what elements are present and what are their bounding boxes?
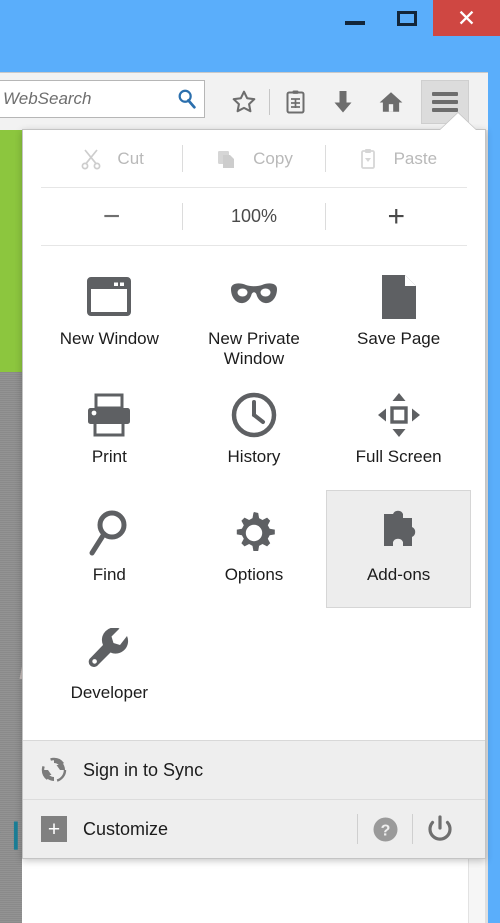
copy-button[interactable]: Copy: [183, 147, 324, 171]
window-controls: ✕: [329, 0, 500, 36]
menu-item-label: History: [227, 447, 281, 466]
mask-icon: [227, 269, 281, 325]
close-icon: ✕: [456, 4, 477, 31]
home-icon: [379, 92, 403, 112]
gear-icon: [230, 505, 278, 561]
menu-item-label: Full Screen: [355, 447, 442, 466]
minimize-button[interactable]: [329, 0, 381, 36]
page-icon: [379, 269, 419, 325]
menu-item-label: Print: [91, 447, 127, 466]
footer-icon-buttons: ?: [357, 814, 467, 844]
browser-menu-panel: Cut Copy Paste − 100% + New Window New P…: [22, 129, 486, 859]
exit-button[interactable]: [413, 815, 467, 843]
magnifier-icon: [86, 505, 132, 561]
menu-items-grid: New Window New Private Window Save Page: [23, 246, 485, 740]
footer-bottom-row: + Customize ?: [23, 800, 485, 858]
zoom-out-button[interactable]: −: [41, 201, 182, 232]
minimize-icon: [345, 21, 365, 25]
copy-icon: [218, 150, 235, 168]
customize-label: Customize: [83, 818, 169, 839]
menu-item-label: Options: [224, 565, 284, 584]
menu-item-add-ons[interactable]: Add-ons: [326, 490, 471, 608]
copy-label: Copy: [253, 148, 293, 168]
menu-item-history[interactable]: History: [182, 372, 327, 490]
svg-text:?: ?: [380, 822, 390, 839]
menu-item-find[interactable]: Find: [37, 490, 182, 608]
toolbar-separator: [269, 89, 270, 115]
customize-button[interactable]: + Customize: [41, 816, 168, 842]
window-titlebar: ✕: [0, 0, 500, 72]
library-icon: [286, 90, 304, 114]
menu-item-new-private-window[interactable]: New Private Window: [182, 254, 327, 372]
download-icon: [334, 91, 352, 113]
page-green-sidebar: [0, 134, 22, 372]
menu-item-label: Add-ons: [366, 565, 431, 584]
clipboard-icon: [360, 148, 375, 169]
cut-button[interactable]: Cut: [41, 147, 182, 171]
paste-button[interactable]: Paste: [326, 147, 467, 171]
zoom-controls-row: − 100% +: [23, 188, 485, 245]
bookmark-star-icon: [232, 90, 256, 113]
sync-label: Sign in to Sync: [83, 759, 204, 780]
menu-item-label: Developer: [70, 683, 149, 702]
fullscreen-arrows-icon: [377, 387, 421, 443]
maximize-icon: [397, 10, 417, 26]
plus-box-icon: +: [41, 816, 67, 842]
menu-item-save-page[interactable]: Save Page: [326, 254, 471, 372]
help-question-icon: ?: [373, 817, 397, 841]
browser-navigation-toolbar: WebSearch: [0, 72, 488, 130]
clock-icon: [230, 387, 278, 443]
menu-item-label: New Window: [59, 329, 159, 348]
menu-item-new-window[interactable]: New Window: [37, 254, 182, 372]
maximize-button[interactable]: [381, 0, 433, 36]
page-heading-fragment: O |: [0, 817, 22, 850]
power-icon: [428, 815, 452, 841]
puzzle-piece-icon: [375, 505, 423, 561]
menu-item-full-screen[interactable]: Full Screen: [326, 372, 471, 490]
menu-item-label: Find: [92, 565, 126, 584]
wrench-icon: [86, 623, 132, 679]
menu-item-label: New Private Window: [208, 329, 300, 368]
zoom-in-button[interactable]: +: [326, 201, 467, 232]
home-button[interactable]: [367, 79, 415, 125]
close-button[interactable]: ✕: [433, 0, 500, 36]
help-button[interactable]: ?: [358, 816, 412, 843]
printer-icon: [84, 387, 134, 443]
menu-item-developer[interactable]: Developer: [37, 608, 182, 726]
menu-item-print[interactable]: Print: [37, 372, 182, 490]
menu-panel-pointer: [439, 113, 477, 131]
menu-item-label: Save Page: [357, 329, 441, 348]
library-button[interactable]: [271, 79, 319, 125]
menu-footer: Sign in to Sync + Customize ?: [23, 741, 485, 858]
search-icon[interactable]: [170, 88, 204, 110]
sign-in-to-sync-button[interactable]: Sign in to Sync: [23, 741, 485, 799]
sync-icon: [41, 757, 67, 783]
new-window-icon: [84, 269, 134, 325]
hamburger-menu-icon: [432, 88, 458, 116]
cut-label: Cut: [117, 148, 144, 168]
search-input[interactable]: WebSearch: [0, 89, 170, 109]
paste-label: Paste: [393, 148, 438, 168]
zoom-level-reset-button[interactable]: 100%: [183, 206, 324, 227]
scissors-icon: [81, 148, 101, 169]
toolbar-buttons: [220, 73, 469, 131]
downloads-button[interactable]: [319, 79, 367, 125]
bookmark-star-button[interactable]: [220, 79, 268, 125]
menu-item-options[interactable]: Options: [182, 490, 327, 608]
window-right-border: [488, 72, 500, 923]
search-bar[interactable]: WebSearch: [0, 80, 205, 118]
edit-commands-row: Cut Copy Paste: [23, 130, 485, 187]
